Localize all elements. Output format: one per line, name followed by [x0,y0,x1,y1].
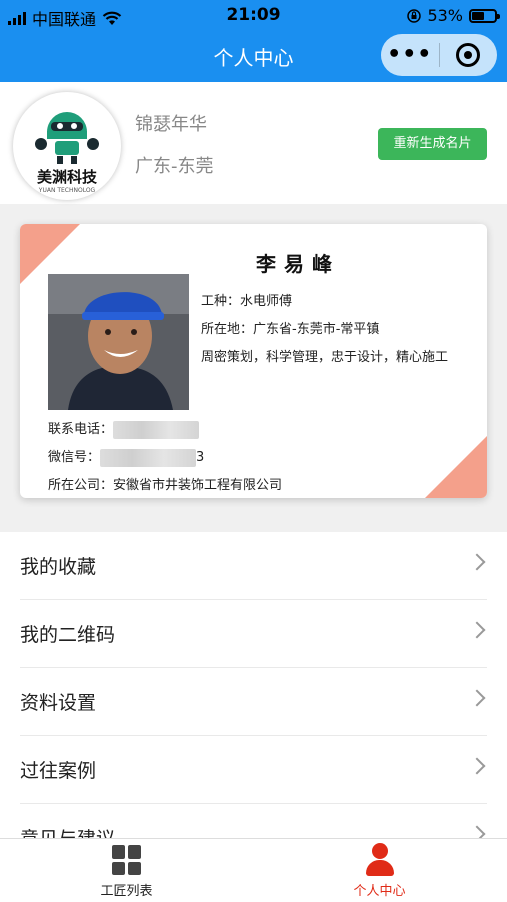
menu-item-label: 过往案例 [20,760,97,782]
more-dots-icon[interactable]: ••• [381,34,439,76]
tab-personal-center[interactable]: 个人中心 [253,839,506,902]
region: 广东-东莞 [135,156,214,177]
phone-redacted [113,420,200,439]
card-wechat: 微信号： 3 [48,446,204,467]
brand-subtitle: YUAN TECHNOLOG [38,187,96,194]
business-card: 李易峰 工种：水电师傅 所在地：广东省-东莞市-常平镇 周密策划，科学管理，忠于… [20,224,487,498]
card-name: 李易峰 [256,252,340,276]
chevron-right-icon [468,621,486,639]
card-company: 所在公司：安徽省市井装饰工程有限公司 [48,478,283,493]
grid-icon [112,845,142,875]
regenerate-card-button[interactable]: 重新生成名片 [378,128,487,160]
nickname: 锦瑟年华 [135,114,207,135]
brand-name: 美渊科技 [36,168,97,186]
menu-item-profile-settings[interactable]: 资料设置 [20,668,487,736]
menu-item-qrcode[interactable]: 我的二维码 [20,600,487,668]
chevron-right-icon [468,689,486,707]
menu-item-label: 资料设置 [20,692,97,714]
avatar[interactable]: 美渊科技 YUAN TECHNOLOG [13,92,121,200]
wechat-label: 微信号： [48,450,101,465]
menu-list: 我的收藏 我的二维码 资料设置 过往案例 意见与建议 [0,532,507,842]
rotation-lock-icon [407,8,422,23]
chevron-right-icon [468,553,486,571]
card-location: 所在地：广东省-东莞市-常平镇 [201,322,380,337]
miniprogram-capsule: ••• [381,34,497,76]
nav-bar: 个人中心 ••• [0,30,507,82]
battery-icon [469,8,500,23]
card-motto: 周密策划，科学管理，忠于设计，精心施工 [201,350,449,365]
status-bar: 中国联通 21:09 53% [0,0,507,30]
person-icon [365,843,395,877]
close-button[interactable] [440,43,498,67]
menu-item-feedback[interactable]: 意见与建议 [20,804,487,842]
corner-decoration-bottom-right [425,436,487,498]
person-photo-icon [48,274,189,410]
status-right: 53% [407,6,500,25]
robot-logo-icon [35,112,99,164]
menu-item-past-cases[interactable]: 过往案例 [20,736,487,804]
wechat-tail: 3 [196,450,205,465]
tab-bar: 工匠列表 个人中心 [0,838,507,902]
tab-label: 个人中心 [353,884,406,899]
card-phone: 联系电话： [48,418,200,439]
tab-craftsman-list[interactable]: 工匠列表 [0,839,253,902]
battery-percent: 53% [427,6,463,25]
profile-photo [48,274,189,410]
target-icon [456,43,481,67]
phone-label: 联系电话： [48,422,114,437]
menu-item-label: 我的收藏 [20,556,97,578]
menu-item-label: 我的二维码 [20,624,116,646]
wechat-redacted [100,448,197,467]
profile-header: 美渊科技 YUAN TECHNOLOG 锦瑟年华 广东-东莞 重新生成名片 [0,82,507,204]
card-trade: 工种：水电师傅 [201,294,293,309]
tab-label: 工匠列表 [100,884,153,899]
menu-item-favorites[interactable]: 我的收藏 [20,532,487,600]
chevron-right-icon [468,757,486,775]
